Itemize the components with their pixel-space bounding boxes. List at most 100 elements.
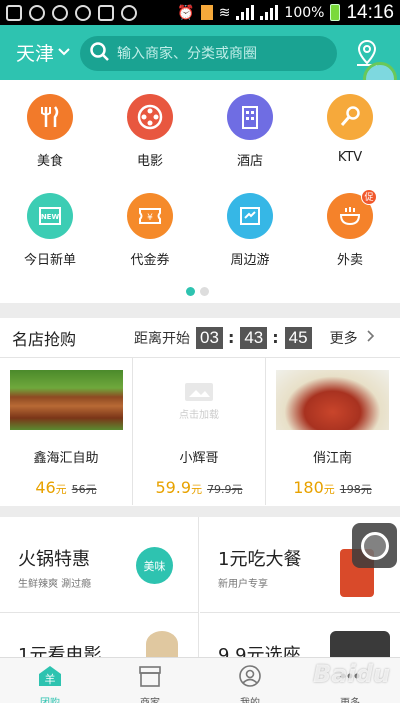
deal-image-meat: [9, 370, 123, 430]
search-input[interactable]: [117, 45, 317, 62]
tab-label: 我的: [200, 694, 300, 703]
assistive-touch-icon: [360, 531, 389, 560]
original-price: 56元: [71, 483, 97, 496]
svg-text:羊: 羊: [45, 672, 56, 686]
category-label: 电影: [136, 154, 163, 169]
sim-icon: [200, 5, 213, 20]
category-label: KTV: [337, 150, 363, 165]
placeholder-text: 点击加载: [179, 409, 219, 421]
category-food[interactable]: 美食: [0, 94, 100, 169]
svg-text:NEW: NEW: [41, 213, 60, 221]
tab-label: 商家: [100, 694, 200, 703]
category-movie[interactable]: 电影: [100, 94, 200, 169]
deal-price: 59.9元 79.9元: [155, 478, 243, 497]
promo-one-yuan-movie[interactable]: 1元看电影: [0, 613, 199, 666]
deal-name: 俏江南: [312, 451, 352, 466]
category-voucher[interactable]: ¥ 代金券: [100, 193, 200, 268]
category-nearby-travel[interactable]: 周边游: [200, 193, 300, 268]
city-label: 天津: [16, 43, 55, 65]
signal-icon-2: [260, 5, 279, 20]
tab-more[interactable]: 更多: [300, 658, 400, 703]
promo-seat-select[interactable]: 9.9元选座: [200, 613, 400, 666]
city-selector[interactable]: 天津: [16, 39, 70, 66]
category-hotel[interactable]: 酒店: [200, 94, 300, 169]
microphone-icon: [327, 94, 373, 140]
search-bar[interactable]: [80, 36, 337, 71]
people-photo: [330, 631, 390, 657]
user-icon: [239, 665, 261, 687]
tab-group-buy[interactable]: 羊 团购: [0, 658, 100, 703]
deal-name: 小辉哥: [179, 451, 219, 466]
chevron-down-icon: [58, 45, 70, 60]
assistive-touch-button[interactable]: [352, 523, 397, 568]
countdown-label: 距离开始: [134, 330, 191, 347]
deal-card[interactable]: 俏江南 180元 198元: [266, 358, 399, 505]
search-icon: [90, 41, 110, 66]
hotpot-badge: 美味: [136, 547, 173, 584]
page-indicator: [186, 287, 209, 296]
category-label: 代金券: [130, 253, 170, 268]
status-bar: ⏰ ≋ 100% 14:16: [0, 0, 400, 25]
flash-sale-header: 名店抢购 距离开始 03 : 43 : 45 更多: [0, 318, 400, 358]
person-photo: [146, 631, 178, 657]
group-buy-icon: 羊: [39, 666, 61, 686]
deal-card[interactable]: 鑫海汇自助 46元 56元: [0, 358, 133, 505]
original-price: 79.9元: [207, 483, 243, 496]
battery-percent: 100%: [284, 4, 325, 21]
promo-hotpot[interactable]: 火锅特惠 生鲜辣爽 涮过瘾 美味: [0, 517, 199, 613]
battery-icon: [330, 4, 341, 21]
countdown-minutes: 43: [240, 326, 268, 349]
deal-price: 180元 198元: [293, 478, 372, 497]
page-dot-active: [186, 287, 195, 296]
image-placeholder-icon: [185, 382, 213, 401]
chevron-right-icon[interactable]: [367, 329, 375, 346]
tab-mine[interactable]: 我的: [200, 658, 300, 703]
shield-notification-icon: [52, 4, 68, 21]
countdown-seconds: 45: [284, 326, 312, 349]
travel-icon: [227, 193, 273, 239]
original-price: 198元: [339, 483, 372, 496]
deal-card[interactable]: 点击加载 小辉哥 59.9元 79.9元: [133, 358, 266, 505]
tab-label: 更多: [300, 694, 400, 703]
promo-badge: 促: [361, 189, 377, 205]
deal-image-placeholder: 点击加载: [142, 370, 256, 430]
countdown-colon: :: [227, 328, 235, 347]
film-reel-icon: [127, 94, 173, 140]
category-new-today[interactable]: NEW 今日新单: [0, 193, 100, 268]
new-tag-icon: NEW: [27, 193, 73, 239]
bowl-icon: 促: [327, 189, 377, 239]
category-label: 外卖: [336, 253, 363, 268]
tab-stores[interactable]: 商家: [100, 658, 200, 703]
svg-text:¥: ¥: [147, 213, 153, 223]
category-grid: 美食 电影 酒店 KTV NEW 今日新单 ¥ 代金券 周边游 促 外卖: [0, 80, 400, 303]
add-notification-icon: [6, 4, 22, 21]
deal-name: 鑫海汇自助: [33, 451, 99, 466]
category-takeout[interactable]: 促 外卖: [300, 189, 400, 268]
flash-sale-items: 鑫海汇自助 46元 56元 点击加载 小辉哥 59.9元 79.9元 俏江南 180…: [0, 358, 400, 505]
countdown-hours: 03: [196, 326, 223, 349]
promo-title: 火锅特惠: [18, 549, 90, 570]
tab-label: 团购: [0, 694, 100, 703]
signal-icon: [236, 5, 255, 20]
store-icon: [139, 666, 161, 687]
wifi-icon: ≋: [218, 4, 231, 21]
flash-sale-section: 名店抢购 距离开始 03 : 43 : 45 更多 鑫海汇自助 46元 56元 点…: [0, 318, 400, 506]
deal-image-crab: [276, 370, 389, 430]
category-label: 周边游: [230, 253, 270, 268]
more-link[interactable]: 更多: [330, 328, 358, 348]
fork-knife-icon: [27, 94, 73, 140]
more-icon: [340, 673, 360, 679]
alarm-icon: ⏰: [177, 4, 195, 21]
promo-subtitle: 生鲜辣爽 涮过瘾: [18, 579, 92, 590]
promo-title: 1元吃大餐: [218, 549, 302, 570]
promo-subtitle: 新用户专享: [218, 579, 268, 590]
countdown-colon: :: [272, 328, 279, 347]
building-icon: [227, 94, 273, 140]
category-label: 酒店: [236, 154, 263, 169]
deal-price: 46元 56元: [35, 478, 97, 497]
search-notification-icon: [29, 4, 45, 21]
promo-grid: 火锅特惠 生鲜辣爽 涮过瘾 美味 1元吃大餐 新用户专享 1元看电影 9.9元选…: [0, 517, 400, 666]
category-label: 美食: [36, 154, 63, 169]
category-ktv[interactable]: KTV: [300, 94, 400, 165]
category-label: 今日新单: [23, 253, 76, 268]
